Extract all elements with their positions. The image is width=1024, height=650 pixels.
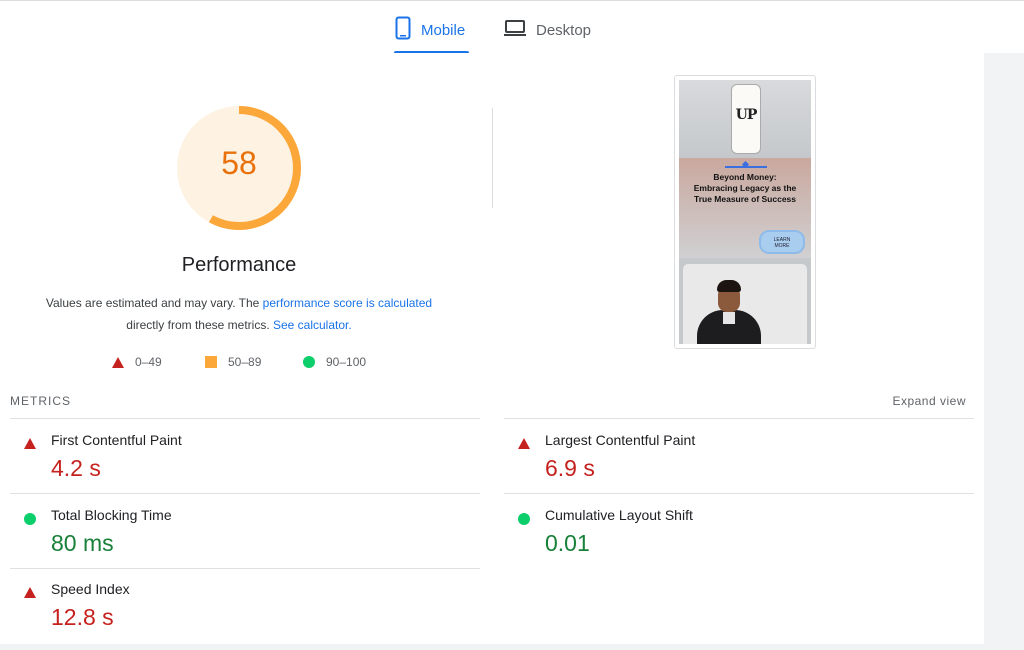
triangle-icon	[112, 356, 124, 368]
screenshot-learn-more-button: LEARN MORE	[759, 230, 805, 254]
legend-item-fail: 0–49	[112, 354, 162, 370]
portrait-collar	[723, 312, 735, 324]
headline-line-3: True Measure of Success	[693, 194, 797, 204]
tab-mobile-label: Mobile	[421, 21, 466, 39]
screenshot-logo: UP	[735, 107, 758, 123]
score-calculation-link[interactable]: performance score is calculated	[263, 296, 432, 310]
smartphone-icon	[395, 16, 411, 45]
metric-total-blocking-time: Total Blocking Time 80 ms	[10, 506, 460, 576]
fail-triangle-icon	[24, 587, 36, 598]
legend-label: 90–100	[326, 355, 367, 369]
legend-label: 0–49	[135, 355, 162, 369]
square-icon	[205, 356, 217, 368]
tab-mobile[interactable]: Mobile	[395, 15, 465, 45]
metric-name: Speed Index	[51, 581, 130, 597]
button-line-2: MORE	[774, 243, 790, 249]
tab-desktop-label: Desktop	[536, 21, 592, 39]
performance-score: 58	[221, 145, 257, 181]
description-text-2: directly from these metrics.	[126, 318, 273, 332]
performance-description: Values are estimated and may vary. The p…	[20, 292, 458, 336]
legend-label: 50–89	[228, 355, 262, 369]
metric-name: Total Blocking Time	[51, 507, 172, 523]
circle-icon	[303, 356, 315, 368]
metric-name: Largest Contentful Paint	[545, 432, 696, 448]
pass-circle-icon	[24, 513, 36, 525]
expand-view-button[interactable]: Expand view	[892, 394, 966, 408]
headline-line-1: Beyond Money:	[713, 172, 777, 182]
metric-name: First Contentful Paint	[51, 432, 182, 448]
final-screenshot[interactable]: UP Beyond Money: Embracing Legacy as the…	[674, 75, 816, 349]
description-text-1: Values are estimated and may vary. The	[45, 296, 263, 310]
metrics-divider	[10, 418, 480, 419]
performance-title: Performance	[181, 254, 297, 276]
report-tabs-bar: Mobile Desktop	[0, 0, 1024, 54]
fail-triangle-icon	[518, 438, 530, 449]
metric-value: 12.8 s	[51, 604, 114, 630]
vertical-divider	[492, 108, 493, 208]
metric-first-contentful-paint: First Contentful Paint 4.2 s	[10, 431, 460, 501]
fail-triangle-icon	[24, 438, 36, 449]
metric-largest-contentful-paint: Largest Contentful Paint 6.9 s	[504, 431, 954, 501]
page-screenshot-thumbnail: UP Beyond Money: Embracing Legacy as the…	[679, 80, 811, 344]
metric-value: 6.9 s	[545, 455, 595, 481]
metric-speed-index: Speed Index 12.8 s	[10, 580, 460, 650]
metric-name: Cumulative Layout Shift	[545, 507, 693, 523]
metric-value: 0.01	[545, 530, 590, 556]
metrics-divider	[504, 418, 974, 419]
metrics-section-label: METRICS	[10, 394, 71, 408]
tab-desktop[interactable]: Desktop	[504, 15, 591, 45]
screenshot-headline: Beyond Money: Embracing Legacy as the Tr…	[681, 172, 809, 205]
screenshot-phone-mockup: UP	[731, 84, 761, 154]
metric-cumulative-layout-shift: Cumulative Layout Shift 0.01	[504, 506, 954, 576]
headline-line-2: Embracing Legacy as the	[693, 183, 797, 193]
portrait-hair	[717, 280, 741, 292]
see-calculator-link[interactable]: See calculator.	[273, 318, 352, 332]
legend-item-pass: 90–100	[303, 354, 366, 370]
laptop-icon	[504, 19, 526, 42]
metric-value: 4.2 s	[51, 455, 101, 481]
legend-item-average: 50–89	[205, 354, 261, 370]
metric-value: 80 ms	[51, 530, 114, 556]
pass-circle-icon	[518, 513, 530, 525]
